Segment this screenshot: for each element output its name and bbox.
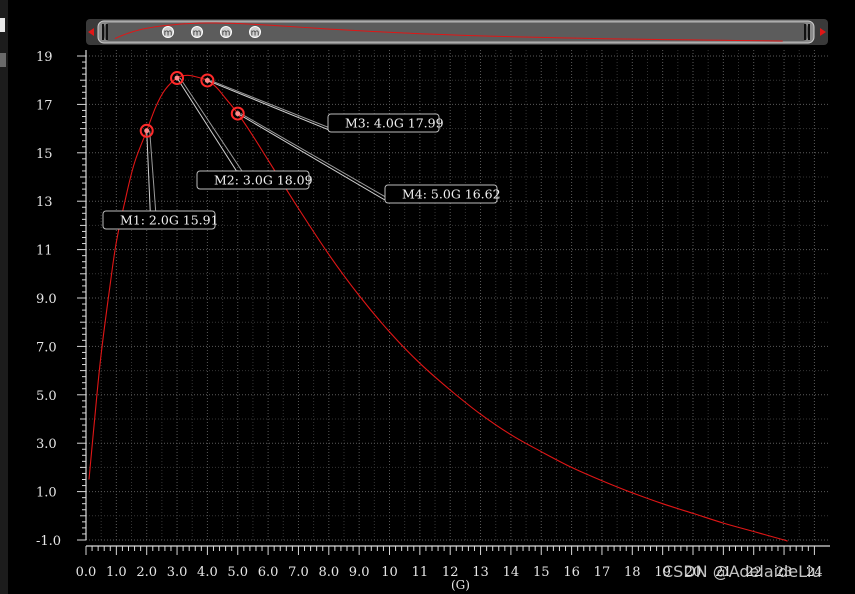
x-tick-label: 2.0	[136, 565, 157, 580]
y-tick-label: 17	[36, 98, 53, 113]
y-tick-label: 5.0	[36, 389, 57, 404]
y-tick-label: 15	[36, 147, 53, 162]
navigator-marker-glyph: m	[193, 29, 202, 39]
x-tick-label: 9.0	[349, 565, 370, 580]
marker-m1-label[interactable]: M1: 2.0G 15.91	[102, 210, 219, 230]
navigator-inner	[104, 23, 808, 41]
y-tick-label: -1.0	[36, 534, 61, 549]
marker-label-text: M3: 4.0G 17.99	[345, 116, 444, 131]
y-tick-label: 19	[36, 50, 53, 65]
x-tick-label: 6.0	[258, 565, 279, 580]
navigator-marker-glyph: m	[164, 29, 173, 39]
x-tick-label: 7.0	[288, 565, 309, 580]
plot-area	[86, 50, 830, 540]
marker-label-text: M1: 2.0G 15.91	[120, 213, 219, 228]
y-tick-label: 3.0	[36, 437, 57, 452]
window-edge	[0, 0, 8, 594]
window-edge-tab-2	[0, 53, 6, 67]
chart: m m m m -1.0 1.0 3.0 5.0 7.0 9.0 11 13 15 17 19 0.0 1.…	[0, 0, 830, 594]
marker-m4-label[interactable]: M4: 5.0G 16.62	[384, 184, 501, 204]
x-tick-label: 15	[533, 565, 550, 580]
y-tick-label: 1.0	[36, 486, 57, 501]
navigator-marker-token[interactable]: m	[191, 26, 203, 39]
x-tick-label: 3.0	[167, 565, 188, 580]
x-tick-label: 4.0	[197, 565, 218, 580]
overview-navigator[interactable]: mmmm	[86, 19, 828, 45]
navigator-marker-glyph: m	[251, 29, 260, 39]
window-edge-tab	[0, 18, 5, 32]
x-axis-unit: (G)	[451, 578, 470, 592]
marker-m3-label[interactable]: M3: 4.0G 17.99	[327, 113, 444, 133]
x-tick-label: 17	[594, 565, 611, 580]
watermark: CSDN @AdelaideLiu	[662, 562, 822, 581]
y-tick-label: 9.0	[36, 292, 57, 307]
x-tick-label: 1.0	[106, 565, 127, 580]
y-tick-label: 7.0	[36, 340, 57, 355]
x-tick-label: 16	[563, 565, 580, 580]
x-tick-label: 10	[381, 565, 398, 580]
navigator-marker-token[interactable]: m	[162, 26, 174, 39]
marker-label-text: M2: 3.0G 18.09	[214, 173, 313, 188]
x-tick-label: 18	[624, 565, 641, 580]
y-tick-label: 11	[36, 244, 53, 259]
x-tick-label: 0.0	[76, 565, 97, 580]
navigator-marker-token[interactable]: m	[249, 26, 261, 39]
y-tick-label: 13	[36, 195, 53, 210]
x-tick-label: 8.0	[318, 565, 339, 580]
marker-m2-label[interactable]: M2: 3.0G 18.09	[196, 170, 313, 190]
x-tick-label: 5.0	[227, 565, 248, 580]
x-tick-label: 13	[472, 565, 489, 580]
x-tick-label: 14	[503, 565, 520, 580]
x-tick-label: 11	[412, 565, 429, 580]
marker-label-text: M4: 5.0G 16.62	[402, 187, 501, 202]
navigator-marker-token[interactable]: m	[220, 26, 232, 39]
navigator-marker-glyph: m	[222, 29, 231, 39]
